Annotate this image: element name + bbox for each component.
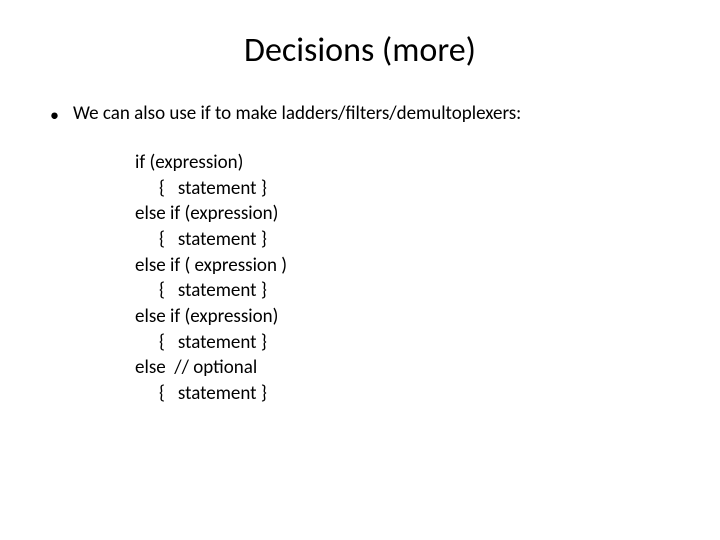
slide-container: Decisions (more) • We can also use if to…	[0, 0, 720, 540]
code-line: else // optional	[135, 355, 680, 381]
bullet-text: We can also use if to make ladders/filte…	[73, 101, 521, 128]
code-line: else if ( expression )	[135, 253, 680, 279]
code-line: { statement }	[135, 227, 680, 253]
code-line: else if (expression)	[135, 304, 680, 330]
bullet-item: • We can also use if to make ladders/fil…	[50, 101, 680, 128]
code-line: if (expression)	[135, 150, 680, 176]
code-line: { statement }	[135, 278, 680, 304]
code-block: if (expression) { statement } else if (e…	[135, 150, 680, 406]
code-line: { statement }	[135, 330, 680, 356]
bullet-dot: •	[50, 103, 59, 128]
code-line: { statement }	[135, 176, 680, 202]
code-line: else if (expression)	[135, 201, 680, 227]
code-line: { statement }	[135, 381, 680, 407]
slide-title: Decisions (more)	[40, 30, 680, 71]
